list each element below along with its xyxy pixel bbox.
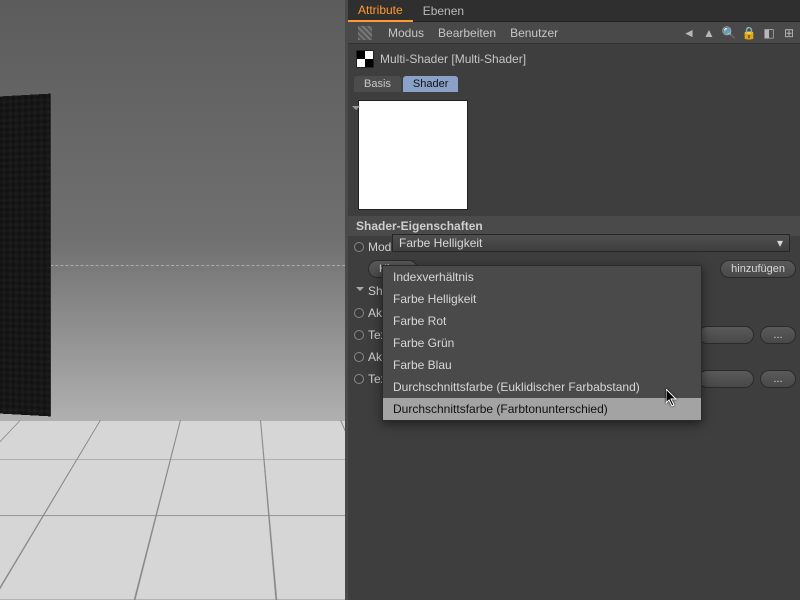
dd-euklid[interactable]: Durchschnittsfarbe (Euklidischer Farbabs…: [383, 376, 701, 398]
lock-icon[interactable]: 🔒: [742, 26, 756, 40]
textur2-ellipsis[interactable]: ...: [760, 370, 796, 388]
dd-blau[interactable]: Farbe Blau: [383, 354, 701, 376]
combo-value: Farbe Helligkeit: [399, 236, 482, 250]
menu-bearbeiten[interactable]: Bearbeiten: [438, 26, 496, 40]
nav-back-icon[interactable]: ◄: [682, 26, 696, 40]
search-icon[interactable]: 🔍: [722, 26, 736, 40]
multishader-icon: [356, 50, 374, 68]
subtab-basis[interactable]: Basis: [354, 76, 401, 92]
disclosure-icon[interactable]: [356, 287, 364, 295]
dd-helligkeit[interactable]: Farbe Helligkeit: [383, 288, 701, 310]
radio-icon: [354, 242, 364, 252]
expand-icon[interactable]: ◧: [762, 26, 776, 40]
section-header: Shader-Eigenschaften: [348, 216, 800, 236]
horizon-line: [0, 265, 345, 266]
modus-dropdown[interactable]: Indexverhältnis Farbe Helligkeit Farbe R…: [382, 265, 702, 421]
tab-ebenen[interactable]: Ebenen: [413, 1, 474, 21]
textur1-button[interactable]: [698, 326, 754, 344]
menu-modus[interactable]: Modus: [388, 26, 424, 40]
dd-gruen[interactable]: Farbe Grün: [383, 332, 701, 354]
mesh-cube: [0, 94, 51, 417]
disclosure-icon[interactable]: [352, 106, 360, 114]
floor-grid: [0, 420, 345, 600]
object-header: Multi-Shader [Multi-Shader]: [348, 44, 800, 74]
radio-icon[interactable]: [354, 374, 364, 384]
dd-farbton[interactable]: Durchschnittsfarbe (Farbtonunterschied): [383, 398, 701, 420]
textur1-ellipsis[interactable]: ...: [760, 326, 796, 344]
radio-icon[interactable]: [354, 352, 364, 362]
menu-benutzer[interactable]: Benutzer: [510, 26, 558, 40]
modus-combo[interactable]: Farbe Helligkeit ▾: [392, 234, 790, 252]
textur2-button[interactable]: [698, 370, 754, 388]
radio-icon[interactable]: [354, 308, 364, 318]
hinzufuegen-button[interactable]: hinzufügen: [720, 260, 796, 278]
dd-rot[interactable]: Farbe Rot: [383, 310, 701, 332]
nav-up-icon[interactable]: ▲: [702, 26, 716, 40]
add-icon[interactable]: ⊞: [782, 26, 796, 40]
object-title: Multi-Shader [Multi-Shader]: [380, 52, 526, 66]
dd-index[interactable]: Indexverhältnis: [383, 266, 701, 288]
drag-handle-icon[interactable]: [358, 26, 372, 40]
tab-attribute[interactable]: Attribute: [348, 0, 413, 22]
chevron-down-icon: ▾: [777, 236, 783, 250]
row-modus: Modus Farbe Helligkeit ▾: [354, 236, 794, 258]
radio-icon[interactable]: [354, 330, 364, 340]
shader-preview[interactable]: [358, 100, 468, 210]
panel-tabs: Attribute Ebenen: [348, 0, 800, 22]
subtab-shader[interactable]: Shader: [403, 76, 458, 92]
subtabs: Basis Shader: [348, 74, 800, 94]
panel-menubar: Modus Bearbeiten Benutzer ◄ ▲ 🔍 🔒 ◧ ⊞: [348, 22, 800, 44]
viewport-3d[interactable]: [0, 0, 345, 600]
